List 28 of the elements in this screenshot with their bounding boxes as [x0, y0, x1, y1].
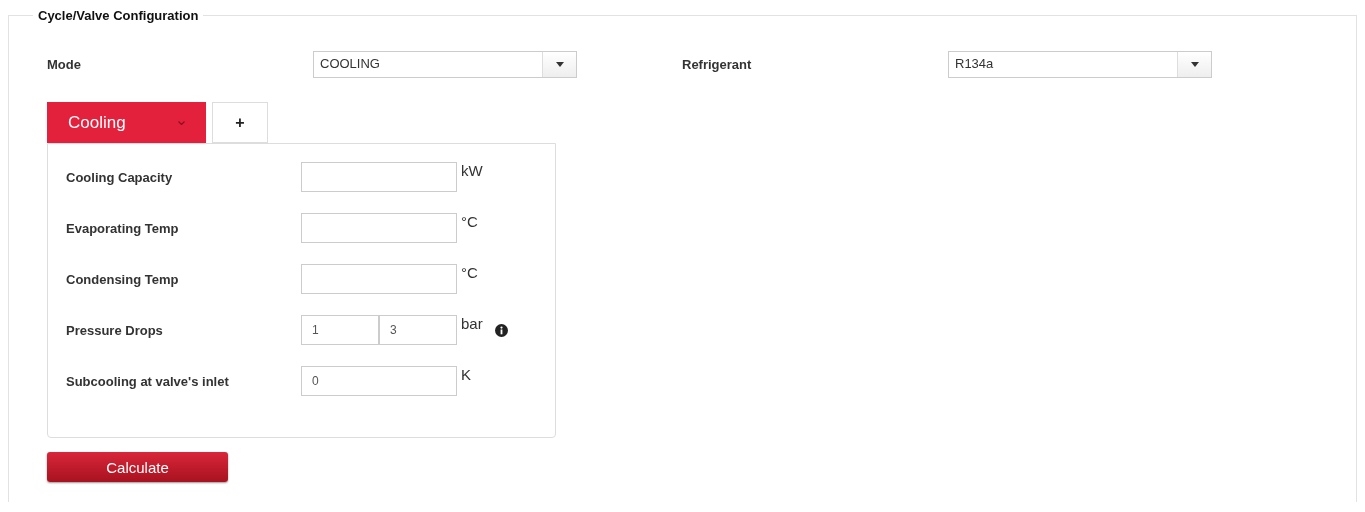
field-label: Pressure Drops	[66, 322, 164, 338]
unit-label: kW	[461, 162, 483, 179]
tab[interactable]: Cooling	[47, 102, 206, 143]
section-title: Cycle/Valve Configuration	[37, 8, 200, 23]
field-label: Evaporating Temp	[66, 220, 180, 236]
unit-label: °C	[461, 213, 478, 230]
field-label: Mode	[47, 57, 82, 72]
input-field[interactable]	[301, 264, 457, 294]
field-label: Subcooling at valve's inlet	[66, 373, 230, 389]
field-label: Refrigerant	[682, 57, 753, 72]
input-field[interactable]: 0	[301, 366, 457, 396]
info-icon[interactable]	[494, 323, 508, 337]
add-tab[interactable]: +	[212, 102, 268, 143]
caret-icon	[1190, 62, 1199, 67]
unit-label: bar	[461, 315, 483, 332]
dropdown[interactable]: COOLING	[313, 51, 577, 78]
dropdown[interactable]: R134a	[948, 51, 1212, 78]
input-field[interactable]: 1	[301, 315, 379, 345]
field-label: Condensing Temp	[66, 271, 180, 287]
field-label: Cooling Capacity	[66, 169, 174, 185]
input-field[interactable]	[301, 162, 457, 192]
input-field[interactable]	[301, 213, 457, 243]
unit-label: °C	[461, 264, 478, 281]
unit-label: K	[461, 366, 471, 383]
input-field[interactable]: 3	[379, 315, 457, 345]
caret-icon	[555, 62, 564, 67]
calculate-button[interactable]: Calculate	[47, 452, 228, 482]
chevron-icon	[178, 120, 185, 125]
